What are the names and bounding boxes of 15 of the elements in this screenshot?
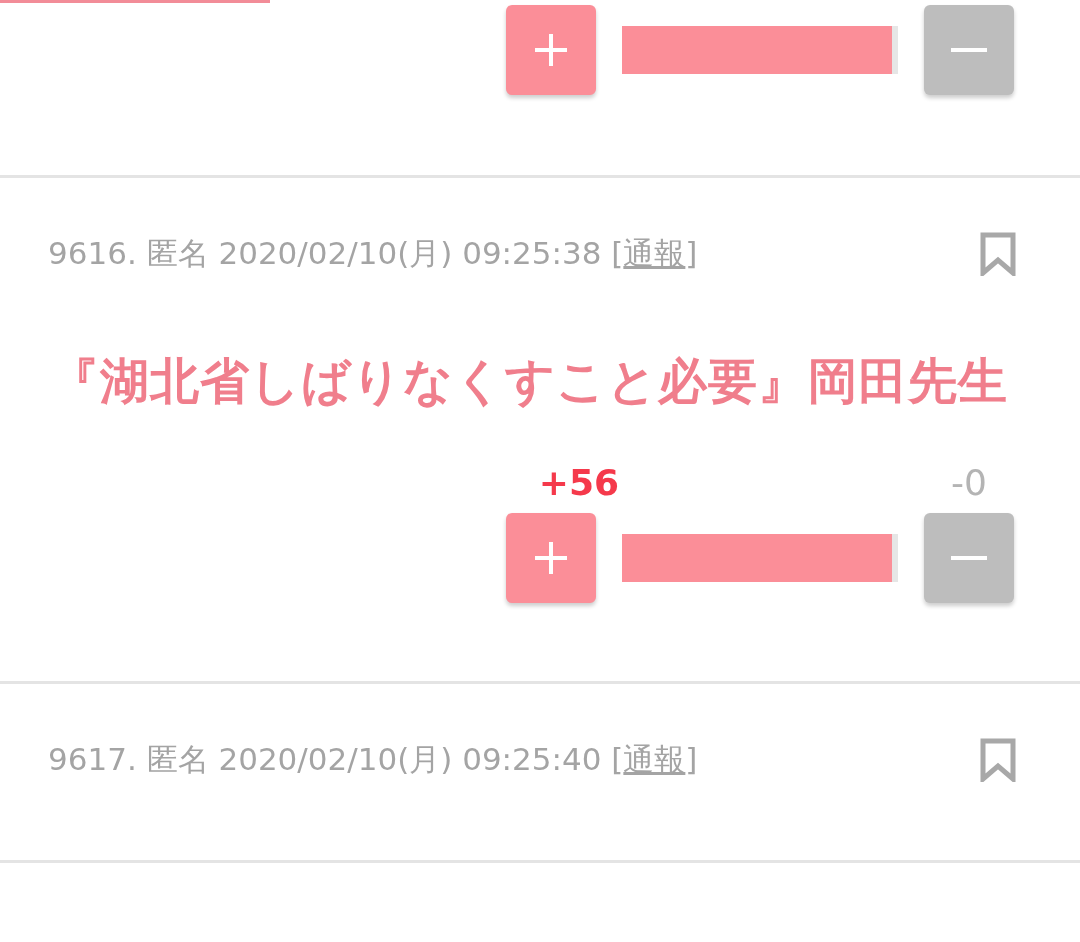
report-link[interactable]: 通報 — [623, 741, 686, 777]
plus-count: +56 — [537, 462, 621, 503]
post-title: 『湖北省しばりなくすこと必要』岡田先生 — [49, 352, 1009, 412]
minus-icon — [951, 556, 987, 560]
minus-button[interactable] — [924, 513, 1014, 603]
plus-button[interactable] — [506, 5, 596, 95]
minus-button[interactable] — [924, 5, 1014, 95]
post-meta: 9617. 匿名 2020/02/10(月) 09:25:40 [通報] — [48, 740, 698, 779]
bookmark-icon[interactable] — [980, 738, 1016, 782]
post-meta: 9616. 匿名 2020/02/10(月) 09:25:38 [通報] — [48, 234, 698, 273]
minus-icon — [951, 48, 987, 52]
plus-button[interactable] — [506, 513, 596, 603]
minus-count: -0 — [950, 462, 988, 503]
bookmark-icon[interactable] — [980, 232, 1016, 276]
report-link[interactable]: 通報 — [623, 235, 686, 271]
